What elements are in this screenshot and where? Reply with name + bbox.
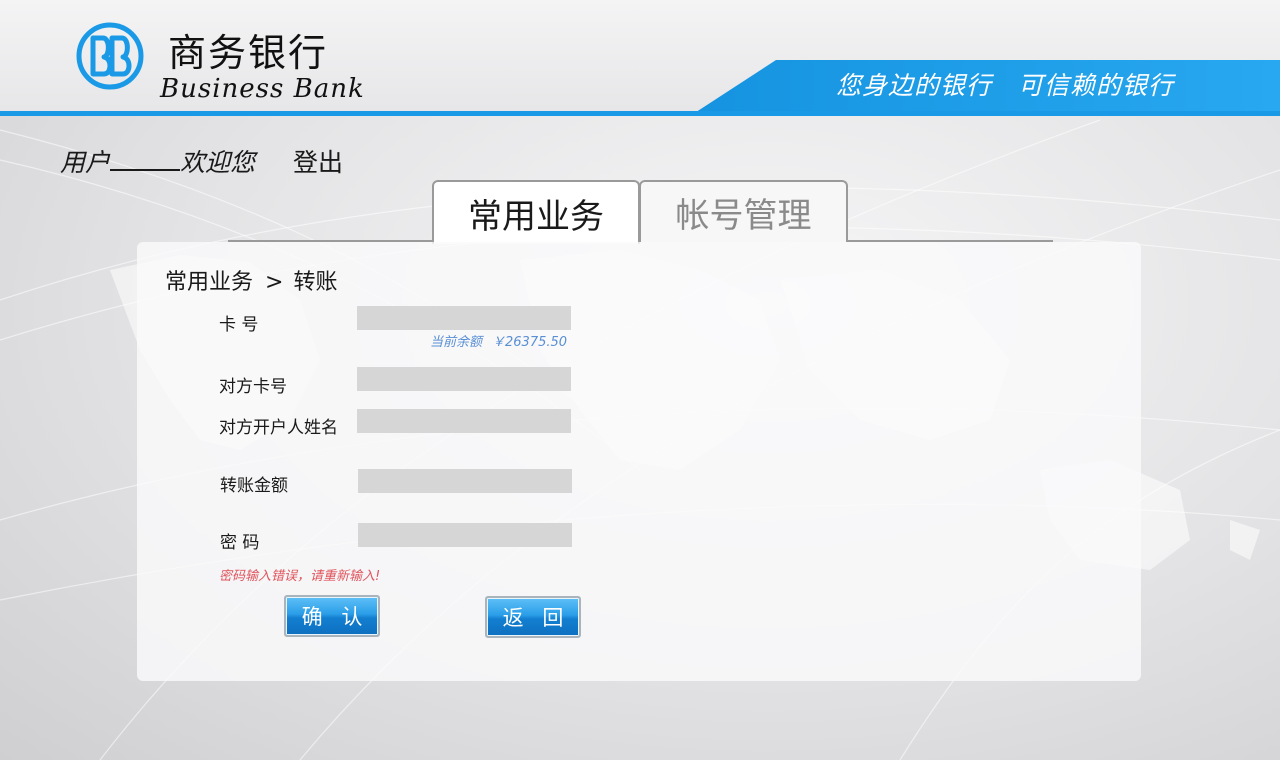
target-card-label: 对方卡号 bbox=[219, 377, 287, 397]
tab-account-management[interactable]: 帐号管理 bbox=[639, 180, 848, 242]
target-name-label: 对方开户人姓名 bbox=[219, 418, 338, 438]
password-input[interactable] bbox=[358, 523, 572, 547]
balance-amount: ￥26375.50 bbox=[492, 335, 568, 350]
breadcrumb-separator: > bbox=[265, 270, 284, 295]
card-no-label: 卡 号 bbox=[219, 315, 259, 335]
breadcrumb: 常用业务 > 转账 bbox=[165, 264, 337, 296]
password-error-message: 密码输入错误，请重新输入! bbox=[219, 569, 381, 584]
confirm-button[interactable]: 确 认 bbox=[284, 595, 380, 637]
breadcrumb-section[interactable]: 常用业务 bbox=[165, 270, 253, 295]
logout-link[interactable]: 登出 bbox=[293, 143, 343, 179]
amount-input[interactable] bbox=[358, 469, 572, 493]
bank-name-cn: 商务银行 bbox=[168, 31, 329, 75]
target-card-input[interactable] bbox=[357, 367, 571, 391]
user-name-blank bbox=[110, 147, 181, 171]
balance-label: 当前余额 bbox=[430, 335, 483, 350]
back-button[interactable]: 返 回 bbox=[485, 596, 581, 638]
amount-label: 转账金额 bbox=[220, 476, 288, 496]
tab-common-business[interactable]: 常用业务 bbox=[432, 180, 640, 244]
bb-logo-icon bbox=[76, 22, 144, 90]
user-greeting: 用户 欢迎您 bbox=[60, 143, 255, 179]
header-divider bbox=[0, 111, 1280, 116]
user-suffix: 欢迎您 bbox=[180, 148, 256, 177]
slogan-text: 您身边的银行 可信赖的银行 bbox=[836, 71, 1175, 100]
target-name-input[interactable] bbox=[357, 409, 571, 433]
password-label: 密 码 bbox=[220, 533, 260, 553]
bank-name-en: Business Bank bbox=[160, 74, 365, 104]
balance-info: 当前余额 ￥26375.50 bbox=[430, 331, 567, 350]
user-prefix: 用户 bbox=[60, 148, 111, 177]
breadcrumb-current: 转账 bbox=[293, 270, 338, 295]
card-no-input[interactable] bbox=[357, 306, 571, 330]
